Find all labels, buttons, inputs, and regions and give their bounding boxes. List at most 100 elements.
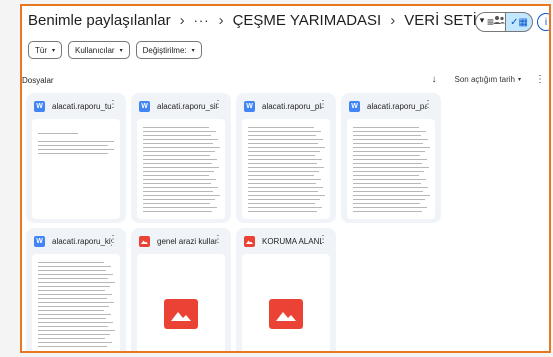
file-name: alacati.raporu_par... (367, 101, 427, 111)
file-thumbnail (347, 119, 435, 219)
preview-text-line (353, 143, 423, 144)
preview-text-line (38, 274, 113, 275)
preview-text-line (248, 179, 321, 180)
docs-icon: W (244, 100, 255, 112)
breadcrumb-overflow-button[interactable]: ··· (194, 13, 210, 28)
file-card[interactable]: KORUMA ALANLA... ⋮ (236, 228, 336, 351)
filter-bar: Tür ▾ Kullanıcılar ▾ Değiştirilme: ▾ (28, 41, 202, 59)
preview-text-line (38, 338, 105, 339)
preview-text-line (353, 191, 423, 192)
preview-text-line (353, 187, 428, 188)
preview-text-line (38, 286, 110, 287)
preview-text-line (38, 334, 110, 335)
file-card[interactable]: W alacati.raporu_turi... ⋮ (26, 93, 126, 223)
file-card[interactable]: W alacati.raporu_sit.... ⋮ (131, 93, 231, 223)
preview-text-line (143, 159, 217, 160)
preview-text-line (143, 143, 213, 144)
preview-text-line (353, 179, 426, 180)
file-card[interactable]: W alacati.raporu_par... ⋮ (341, 93, 441, 223)
docs-icon: W (349, 100, 360, 112)
preview-text-line (143, 163, 212, 164)
file-card-header: W alacati.raporu_pla... ⋮ (236, 93, 336, 119)
file-card-header: W alacati.raporu_par... ⋮ (341, 93, 441, 119)
preview-text-line (38, 326, 108, 327)
breadcrumb-current[interactable]: VERİ SETİ (404, 12, 477, 29)
list-view-button[interactable]: ≡ (475, 12, 505, 32)
preview-text-line (143, 139, 218, 140)
grid-view-button[interactable]: ✓▦ (505, 12, 533, 32)
preview-text-line (38, 266, 111, 267)
file-name: alacati.raporu_pla... (262, 101, 322, 111)
preview-text-line (143, 167, 219, 168)
preview-text-line (248, 151, 320, 152)
more-vert-icon[interactable]: ⋮ (423, 99, 433, 110)
preview-text-line (248, 127, 314, 128)
preview-text-line (248, 175, 314, 176)
filter-type-chip[interactable]: Tür ▾ (28, 41, 63, 59)
preview-text-line (353, 135, 421, 136)
caret-down-icon: ▾ (52, 47, 56, 54)
preview-text-line (353, 155, 420, 156)
preview-text-line (248, 143, 318, 144)
preview-text-line (38, 262, 104, 263)
sort-label[interactable]: Son açtığım tarih (455, 75, 515, 84)
file-card[interactable]: genel arazi kullanı... ⋮ (131, 228, 231, 351)
preview-text-line (248, 139, 323, 140)
more-vert-icon[interactable]: ⋮ (213, 234, 223, 245)
preview-text-line (248, 207, 322, 208)
preview-text-line (38, 141, 114, 142)
image-placeholder-icon (269, 299, 303, 329)
file-thumbnail (242, 254, 330, 351)
image-file-icon (244, 235, 255, 247)
preview-text-line (38, 310, 104, 311)
filter-label: Değiştirilme: (142, 45, 187, 55)
image-placeholder-icon (164, 299, 198, 329)
preview-text-line (143, 135, 211, 136)
preview-text-line (143, 187, 218, 188)
preview-text-line (143, 195, 220, 196)
preview-text-line (143, 207, 217, 208)
preview-text-line (38, 133, 78, 134)
sort-direction-icon[interactable]: ↓ (432, 74, 437, 85)
filter-people-chip[interactable]: Kullanıcılar ▾ (68, 41, 130, 59)
caret-down-icon: ▾ (517, 77, 521, 83)
more-vert-icon[interactable]: ⋮ (108, 234, 118, 245)
preview-text-line (353, 171, 424, 172)
breadcrumb-folder[interactable]: ÇEŞME YARIMADASI (233, 12, 382, 29)
preview-text-line (38, 302, 114, 303)
breadcrumb-root[interactable]: Benimle paylaşılanlar (28, 12, 171, 29)
caret-down-icon: ▾ (119, 47, 123, 54)
preview-text-line (248, 155, 315, 156)
preview-text-line (38, 149, 114, 150)
file-card[interactable]: W alacati.raporu_kiyi.... ⋮ (26, 228, 126, 351)
file-thumbnail (137, 119, 225, 219)
file-card-header: W alacati.raporu_sit.... ⋮ (131, 93, 231, 119)
file-name: alacati.raporu_sit.... (157, 101, 217, 111)
docs-icon: W (34, 235, 45, 247)
preview-text-line (143, 179, 216, 180)
preview-text-line (353, 175, 419, 176)
preview-text-line (248, 183, 316, 184)
preview-text-line (38, 346, 107, 347)
file-name: KORUMA ALANLA... (262, 236, 322, 246)
image-file-icon (139, 235, 150, 247)
preview-text-line (353, 199, 425, 200)
info-button[interactable]: i (537, 13, 549, 31)
preview-text-line (38, 306, 109, 307)
more-vert-icon[interactable]: ⋮ (213, 99, 223, 110)
preview-text-line (143, 151, 215, 152)
more-vert-icon[interactable]: ⋮ (318, 234, 328, 245)
preview-text-line (38, 294, 112, 295)
file-card[interactable]: W alacati.raporu_pla... ⋮ (236, 93, 336, 223)
preview-text-line (353, 195, 430, 196)
filter-modified-chip[interactable]: Değiştirilme: ▾ (135, 41, 202, 59)
preview-text-line (38, 342, 112, 343)
file-name: alacati.raporu_turi... (52, 101, 112, 111)
caret-down-icon: ▾ (191, 47, 195, 54)
preview-text-line (353, 207, 427, 208)
more-options-icon[interactable]: ⋮ (535, 74, 545, 85)
more-vert-icon[interactable]: ⋮ (108, 99, 118, 110)
more-vert-icon[interactable]: ⋮ (318, 99, 328, 110)
preview-text-line (38, 290, 105, 291)
file-thumbnail (137, 254, 225, 351)
